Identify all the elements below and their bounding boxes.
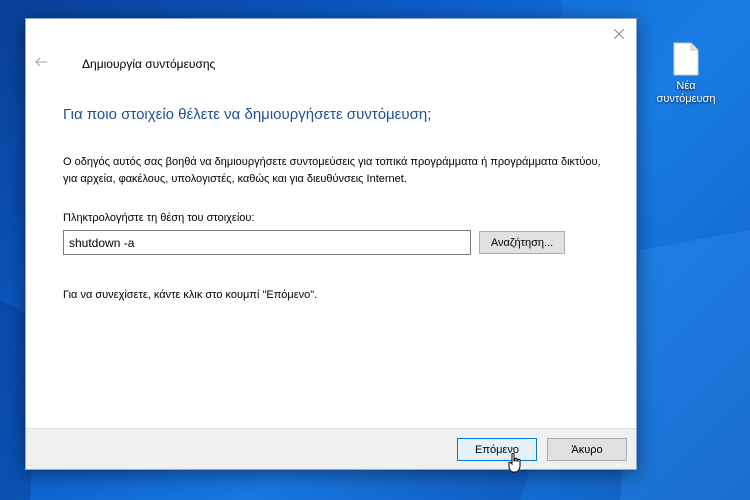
close-button[interactable] bbox=[608, 23, 630, 45]
browse-button[interactable]: Αναζήτηση... bbox=[479, 231, 565, 254]
close-icon bbox=[614, 29, 624, 39]
blank-file-icon bbox=[673, 42, 699, 76]
cancel-button[interactable]: Άκυρο bbox=[547, 438, 627, 461]
create-shortcut-wizard: Δημιουργία συντόμευσης Για ποιο στοιχείο… bbox=[25, 18, 637, 470]
desktop-shortcut-new[interactable]: Νέα συντόμευση bbox=[648, 42, 724, 106]
next-button[interactable]: Επόμενο bbox=[457, 438, 537, 461]
desktop-icon-label: Νέα συντόμευση bbox=[656, 80, 716, 105]
hand-cursor-icon bbox=[508, 453, 521, 473]
location-input[interactable] bbox=[63, 230, 471, 255]
wizard-description: Ο οδηγός αυτός σας βοηθά να δημιουργήσετ… bbox=[63, 156, 601, 185]
wizard-title: Δημιουργία συντόμευσης bbox=[82, 57, 216, 71]
back-button[interactable] bbox=[32, 53, 50, 71]
wizard-footer: Επόμενο Άκυρο bbox=[26, 428, 636, 469]
continue-hint: Για να συνεχίσετε, κάντε κλικ στο κουμπί… bbox=[63, 289, 318, 301]
back-arrow-icon bbox=[35, 57, 47, 67]
main-instruction: Για ποιο στοιχείο θέλετε να δημιουργήσετ… bbox=[63, 106, 432, 123]
location-field-label: Πληκτρολογήστε τη θέση του στοιχείου: bbox=[63, 212, 255, 224]
